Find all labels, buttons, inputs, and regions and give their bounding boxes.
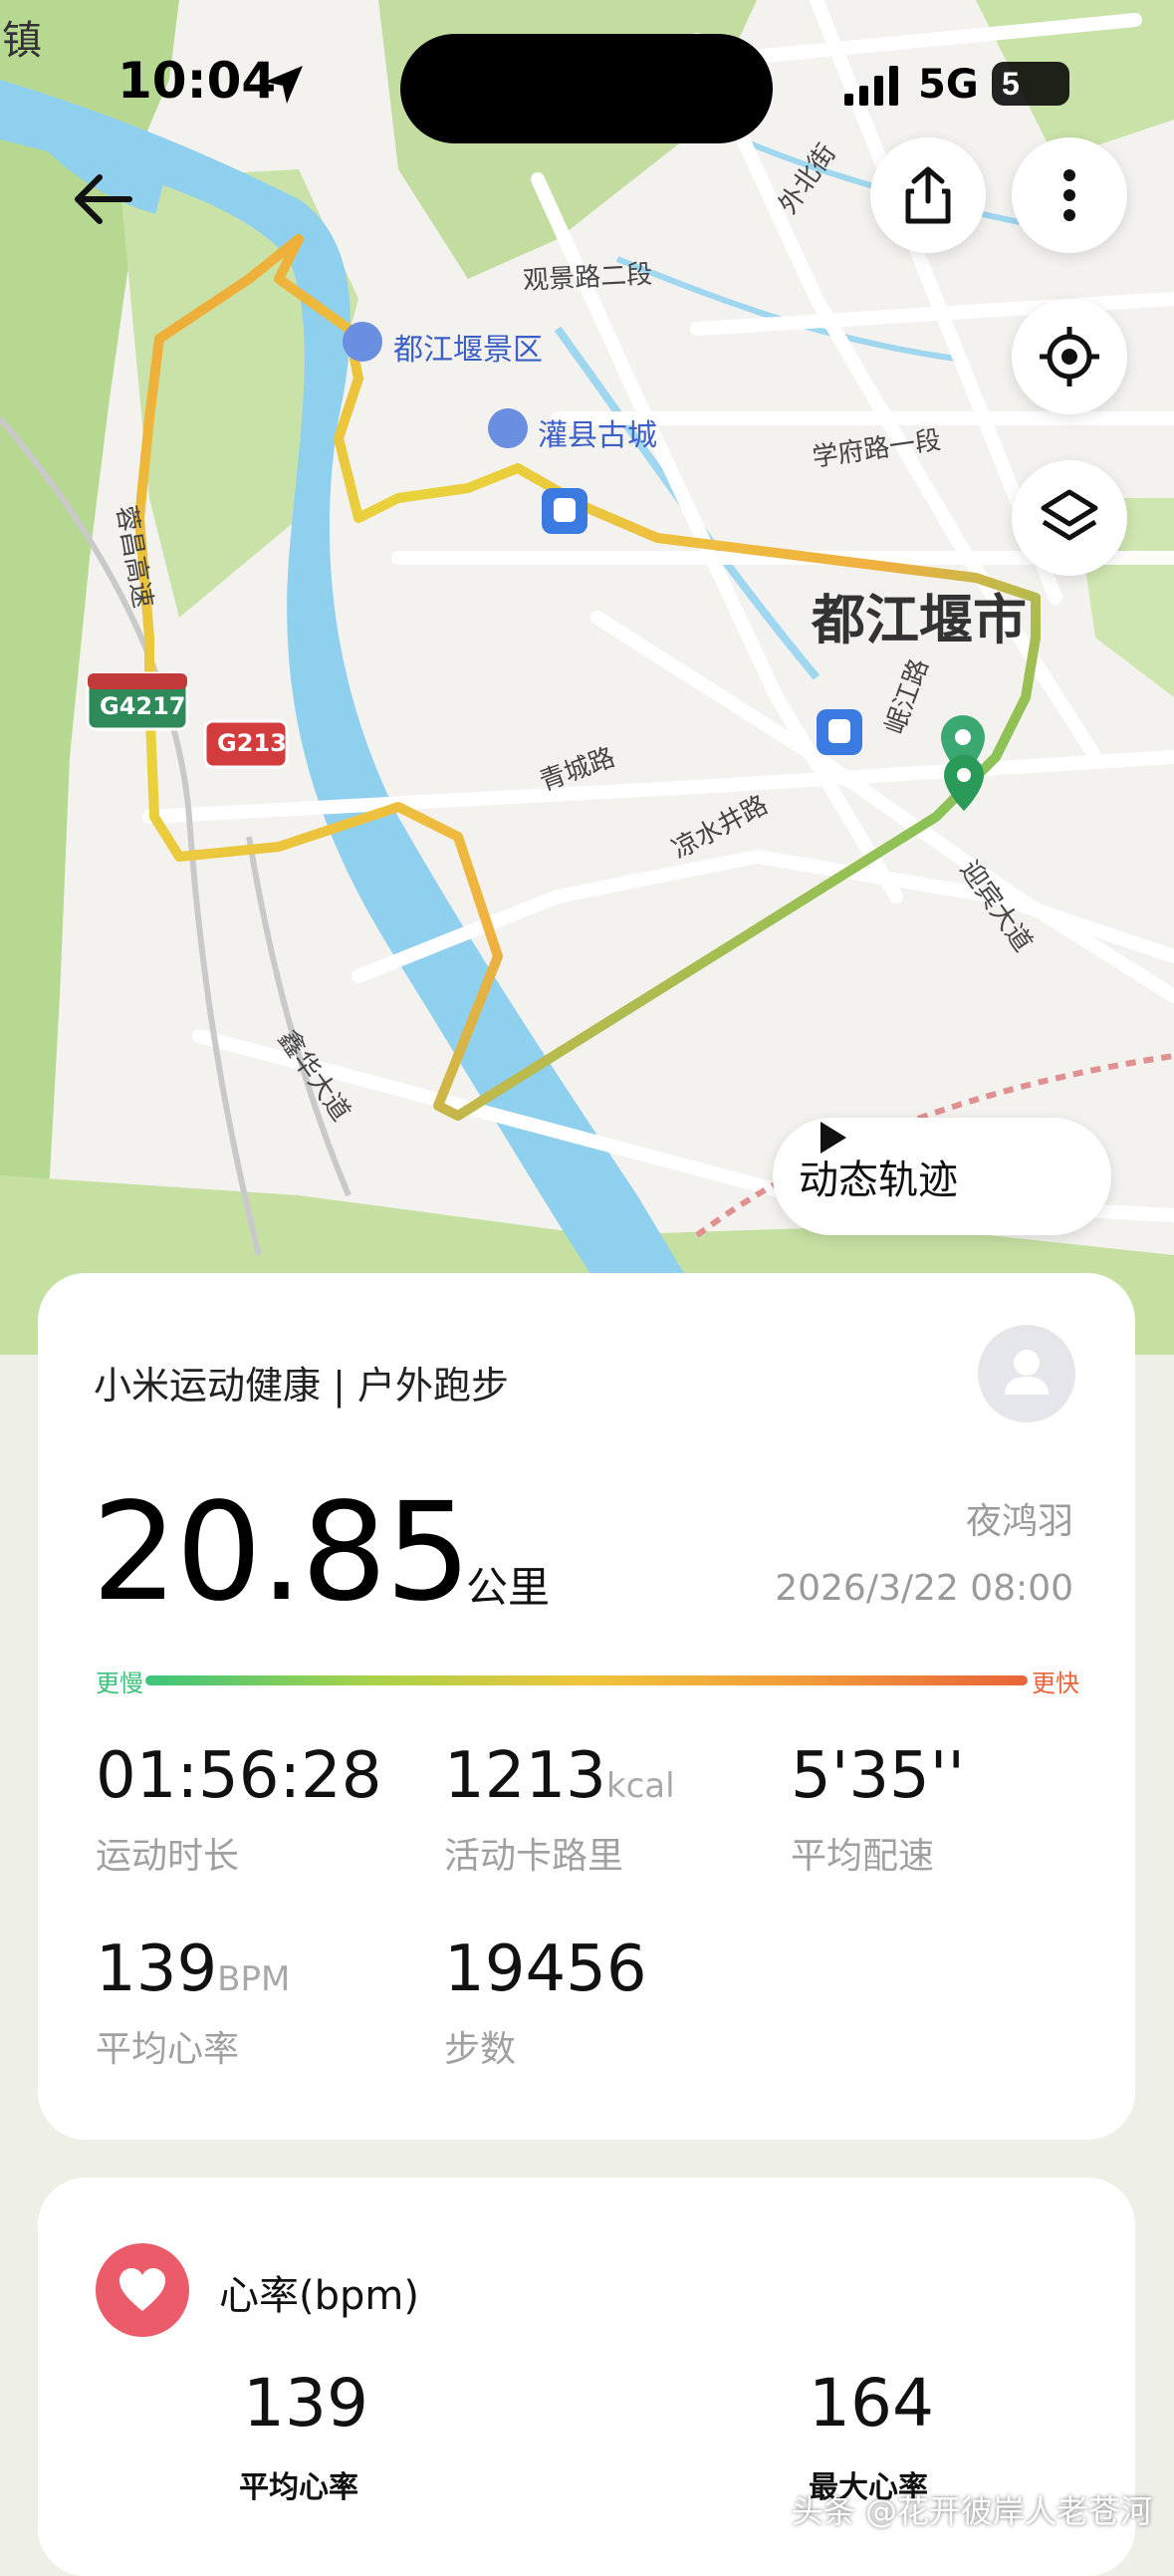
workout-source: 小米运动健康 | 户外跑步 (94, 1364, 509, 1408)
heart-card-title: 心率(bpm) (219, 2273, 419, 2319)
map-label-guanjing-road: 观景路二段 (522, 259, 653, 297)
share-button[interactable] (870, 137, 986, 253)
map-label-city: 都江堰市 (812, 589, 1027, 651)
signal-icon (844, 66, 898, 106)
user-avatar-icon (1005, 1350, 1049, 1395)
pace-fast-label: 更快 (1032, 1670, 1079, 1697)
map-label-g4217: G4217 (100, 692, 186, 720)
status-bar: 10:04 5G 5 (0, 0, 1174, 169)
watermark: 头条 @花开彼岸人老苍河 (791, 2492, 1152, 2530)
pace-gradient-bar (145, 1675, 1028, 1685)
metro-station-icon (817, 709, 862, 755)
more-vertical-icon (1063, 169, 1075, 221)
avg-heart-label: 平均心率 (239, 2470, 358, 2505)
heart-badge (96, 2243, 189, 2337)
heart-rate-label: 平均心率 (96, 2029, 240, 2070)
pace-label: 平均配速 (791, 1836, 935, 1877)
avg-heart-value: 139 (243, 2365, 368, 2442)
user-name: 夜鸿羽 (965, 1501, 1073, 1542)
steps-label: 步数 (444, 2029, 517, 2070)
network-type: 5G (918, 62, 979, 108)
scenic-poi-icon (343, 322, 382, 362)
oldtown-poi-icon (488, 408, 528, 448)
map-label-g213: G213 (217, 729, 287, 757)
battery-level: 5 (1002, 66, 1020, 102)
duration-value: 01:56:28 (96, 1739, 382, 1813)
crosshair-icon (1040, 327, 1099, 386)
location-arrow-icon (265, 66, 303, 104)
metro-station-icon (542, 488, 587, 534)
playback-button[interactable]: 动态轨迹 (773, 1118, 1111, 1235)
battery-icon: 5 (992, 62, 1069, 106)
heart-icon (119, 2268, 165, 2311)
heart-rate-value: 139BPM (96, 1932, 291, 2006)
layers-icon (1041, 489, 1098, 541)
dynamic-island (400, 34, 773, 143)
pace-slow-label: 更慢 (96, 1670, 143, 1697)
layers-button[interactable] (1012, 460, 1127, 576)
locate-button[interactable] (1012, 299, 1127, 414)
share-icon (905, 166, 951, 224)
distance-unit: 公里 (466, 1563, 551, 1612)
workout-datetime: 2026/3/22 08:00 (775, 1568, 1073, 1609)
steps-value: 19456 (444, 1932, 647, 2006)
calories-label: 活动卡路里 (444, 1836, 624, 1877)
map-label-guanxian-oldtown: 灌县古城 (538, 418, 657, 453)
duration-label: 运动时长 (96, 1836, 240, 1877)
play-icon (821, 1122, 846, 1154)
back-arrow-icon[interactable] (72, 171, 135, 227)
status-time: 10:04 (117, 52, 277, 110)
workout-summary-card: 小米运动健康 | 户外跑步 20.85 公里 夜鸿羽 2026/3/22 08:… (38, 1273, 1135, 2140)
more-button[interactable] (1012, 137, 1127, 253)
avatar[interactable] (978, 1325, 1075, 1422)
max-heart-value: 164 (809, 2365, 934, 2442)
calories-value: 1213kcal (444, 1739, 675, 1813)
map-label-dujiangyan-scenic: 都江堰景区 (393, 333, 543, 368)
pace-value: 5'35'' (791, 1739, 965, 1813)
distance-value: 20.85 (92, 1474, 471, 1632)
route-map[interactable]: 镇 观景路二段 外北街 都江堰景区 灌县古城 学府路一段 都江堰市 岷江路 青城… (0, 0, 1174, 1355)
